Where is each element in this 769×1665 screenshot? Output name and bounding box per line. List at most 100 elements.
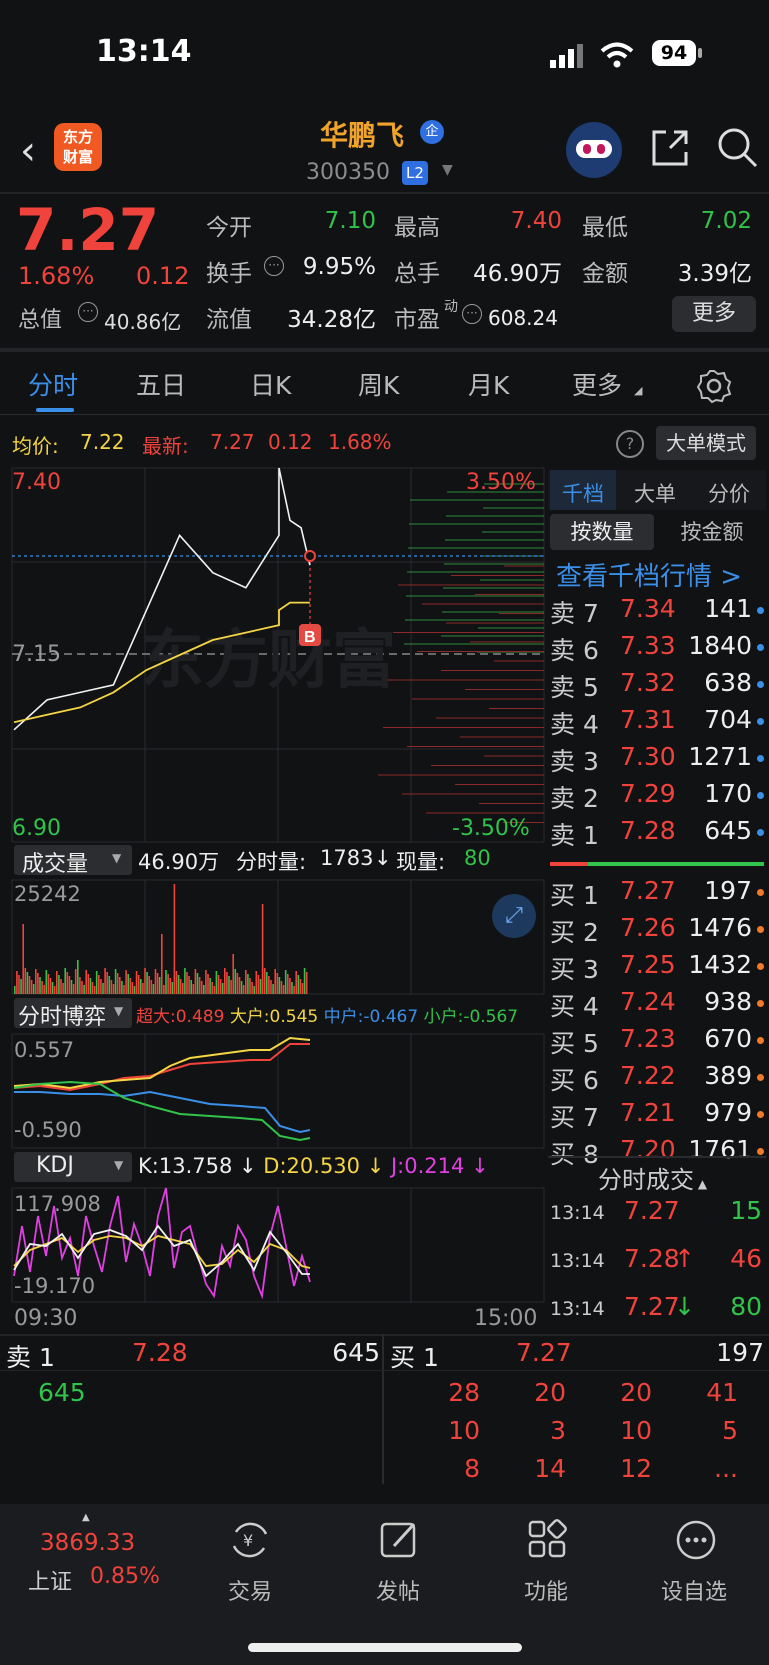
volume-bar <box>219 979 222 994</box>
volume-bar <box>35 969 37 994</box>
tab-more-caret: ◢ <box>634 384 643 397</box>
ask-row[interactable]: 卖 7 7.34 141 <box>550 594 766 628</box>
row-price: 7.27 <box>620 876 676 905</box>
row-price: 7.24 <box>620 987 676 1016</box>
volume-selector-label: 成交量 <box>22 852 89 877</box>
buy1-label: 买 1 <box>390 1343 439 1372</box>
tab-more[interactable]: 更多 <box>572 366 622 402</box>
robot-face <box>576 140 612 158</box>
nav-trade[interactable]: 交易 <box>190 1574 310 1606</box>
back-icon[interactable]: ‹ <box>20 128 36 174</box>
trade-volume: 15 <box>730 1196 762 1225</box>
ask-row[interactable]: 卖 6 7.33 1840 <box>550 631 766 665</box>
timeshare-chart[interactable]: 东方财富 B <box>0 466 548 846</box>
bid-row[interactable]: 买 6 7.22 389 <box>550 1061 766 1095</box>
tab-big-order[interactable]: 大单 <box>634 478 676 508</box>
by-amount-button[interactable]: 按金额 <box>660 514 764 550</box>
bid-row[interactable]: 买 3 7.25 1432 <box>550 950 766 984</box>
more-button[interactable]: 更多 <box>672 296 756 332</box>
volume-selector[interactable]: 成交量 ▼ <box>14 845 132 877</box>
row-volume: 704 <box>704 705 752 734</box>
trades-title[interactable]: 分时成交 ▲ <box>598 1160 707 1195</box>
volume-bar <box>268 976 270 994</box>
ask-row[interactable]: 卖 2 7.29 170 <box>550 779 766 813</box>
tab-price-dist[interactable]: 分价 <box>708 478 750 508</box>
index-name[interactable]: 上证 <box>28 1564 72 1596</box>
volume-bar <box>299 979 302 994</box>
row-price: 7.26 <box>620 913 676 942</box>
volume-bar <box>98 975 100 994</box>
bid-row[interactable]: 买 4 7.24 938 <box>550 987 766 1021</box>
volume-bar <box>228 976 230 994</box>
volume-bar <box>303 968 306 994</box>
volume-bar <box>203 985 205 994</box>
trade-icon[interactable]: ¥ <box>228 1518 272 1562</box>
sell1-label: 卖 1 <box>6 1343 55 1372</box>
low-label: 最低 <box>582 215 628 241</box>
ask-row[interactable]: 卖 3 7.30 1271 <box>550 742 766 776</box>
tab-daily-k[interactable]: 日K <box>250 366 291 402</box>
search-icon[interactable] <box>716 126 760 170</box>
x-start-label: 09:30 <box>14 1306 78 1331</box>
bid-row[interactable]: 买 5 7.23 670 <box>550 1024 766 1058</box>
row-dot <box>757 792 764 799</box>
index-value[interactable]: 3869.33 <box>40 1530 135 1556</box>
row-dot <box>757 1074 764 1081</box>
functions-icon[interactable] <box>526 1518 570 1562</box>
latest-pct: 1.68% <box>328 430 392 454</box>
tab-weekly-k[interactable]: 周K <box>358 366 399 402</box>
buy-queue-item: 20 <box>534 1378 566 1407</box>
volume-bar <box>30 980 33 994</box>
buy-queue-item: 28 <box>448 1378 480 1407</box>
bid-row[interactable]: 买 1 7.27 197 <box>550 876 766 910</box>
view-depth-link[interactable]: 查看千档行情 > <box>556 556 742 593</box>
svg-text:¥: ¥ <box>243 1531 253 1550</box>
tab-timeshare[interactable]: 分时 <box>28 366 78 402</box>
by-quantity-button[interactable]: 按数量 <box>550 514 654 550</box>
volume-bar <box>45 970 48 994</box>
big-order-mode-button[interactable]: 大单模式 <box>656 426 756 460</box>
tab-monthly-k[interactable]: 月K <box>468 366 509 402</box>
level2-badge[interactable]: L2 <box>402 161 428 185</box>
pct-bottom-label: -3.50% <box>452 816 530 841</box>
pe-info-icon[interactable]: ··· <box>462 304 482 324</box>
help-icon[interactable]: ? <box>616 430 644 458</box>
more-info-icon[interactable]: ··· <box>78 302 98 322</box>
row-dot <box>757 644 764 651</box>
row-price: 7.25 <box>620 950 676 979</box>
ask-row[interactable]: 卖 5 7.32 638 <box>550 668 766 702</box>
tab-five-day[interactable]: 五日 <box>136 366 186 402</box>
ask-row[interactable]: 卖 4 7.31 704 <box>550 705 766 739</box>
volume-bar <box>200 981 203 994</box>
more-icon[interactable] <box>674 1518 718 1562</box>
kdj-selector[interactable]: KDJ ▼ <box>14 1152 132 1182</box>
caret-up-icon[interactable]: ▲ <box>82 1512 90 1523</box>
volume-bar <box>60 979 62 994</box>
stock-name[interactable]: 华鹏飞 <box>320 114 404 154</box>
index-pct[interactable]: 0.85% <box>90 1564 160 1589</box>
volume-bar <box>41 981 43 994</box>
volume-bar <box>79 977 81 994</box>
ask-row[interactable]: 卖 1 7.28 645 <box>550 816 766 850</box>
row-dot <box>757 607 764 614</box>
share-icon[interactable] <box>648 126 692 170</box>
volume-bar <box>43 985 45 994</box>
chevron-down-icon[interactable]: ▼ <box>442 162 453 178</box>
game-selector[interactable]: 分时博弈 ▼ <box>14 998 132 1030</box>
nav-add-watchlist[interactable]: 设自选 <box>634 1574 754 1606</box>
gear-icon[interactable] <box>696 368 732 404</box>
volume-bar <box>194 969 197 994</box>
volume-bar <box>85 970 87 994</box>
now-volume-label: 现量: <box>396 850 446 874</box>
volume-bar <box>270 980 272 994</box>
volume-bar <box>148 976 150 994</box>
nav-functions[interactable]: 功能 <box>486 1574 606 1606</box>
expand-icon[interactable]: ⤢ <box>492 894 536 938</box>
volume-bar <box>26 972 29 994</box>
nav-post[interactable]: 发帖 <box>338 1574 458 1606</box>
tab-depth[interactable]: 千档 <box>562 478 604 508</box>
turnover-info-icon[interactable]: ··· <box>264 256 284 276</box>
bid-row[interactable]: 买 2 7.26 1476 <box>550 913 766 947</box>
post-icon[interactable] <box>378 1518 422 1562</box>
bid-row[interactable]: 买 7 7.21 979 <box>550 1098 766 1132</box>
